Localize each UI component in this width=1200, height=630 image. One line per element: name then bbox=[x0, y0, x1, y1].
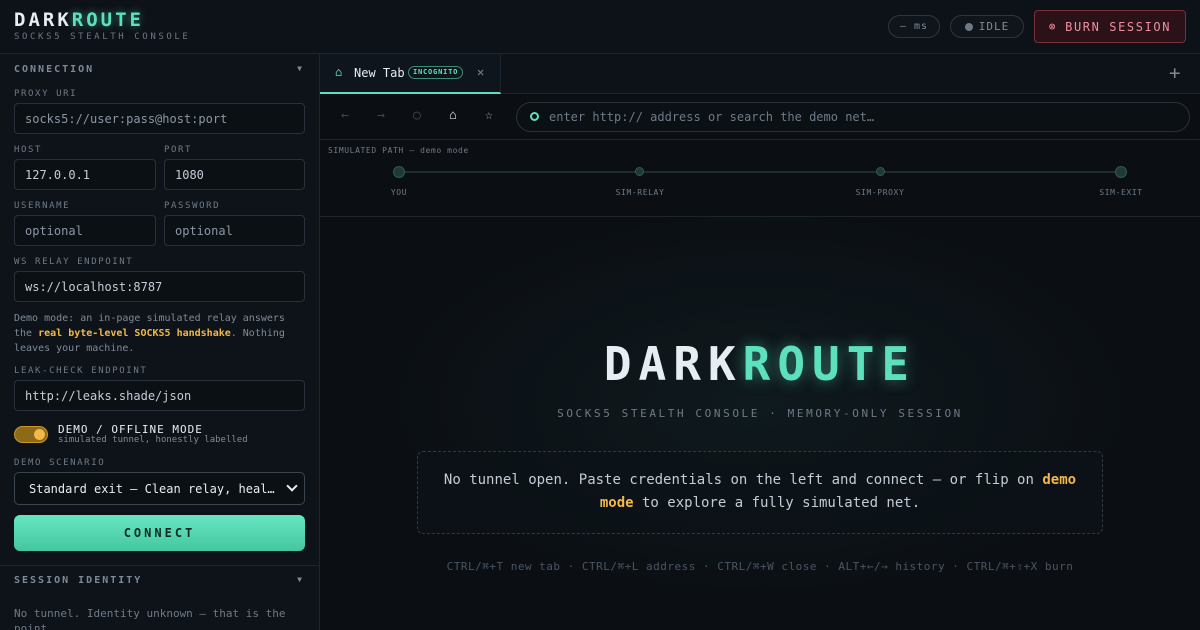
path-node-you bbox=[393, 166, 405, 178]
burn-icon: ⊗ bbox=[1048, 20, 1058, 33]
path-node-exit bbox=[1115, 166, 1127, 178]
hero-title: DARKROUTE bbox=[320, 337, 1200, 391]
incognito-badge: INCOGNITO bbox=[408, 66, 464, 79]
proxy-uri-label: PROXY URI bbox=[14, 89, 78, 99]
status-badge: IDLE bbox=[950, 15, 1024, 38]
top-bar: DARKROUTE SOCKS5 STEALTH CONSOLE — ms ID… bbox=[0, 0, 1200, 54]
simulated-path: SIMULATED PATH — demo mode YOU SIM-RELAY… bbox=[320, 140, 1200, 217]
chevron-down-icon: ▼ bbox=[297, 64, 304, 73]
shield-icon bbox=[530, 112, 539, 121]
username-label: USERNAME bbox=[14, 201, 71, 211]
hero-title-main: DARK bbox=[603, 337, 743, 391]
main-panel: ⌂ New Tab INCOGNITO ✕ + ← → ○ ⌂ ☆ SIMULA… bbox=[320, 54, 1200, 630]
host-label: HOST bbox=[14, 145, 43, 155]
session-identity-heading: SESSION IDENTITY bbox=[14, 575, 143, 586]
latency-badge: — ms bbox=[888, 15, 940, 38]
path-node-relay bbox=[635, 167, 644, 176]
nav-bar: ← → ○ ⌂ ☆ bbox=[320, 94, 1200, 140]
section-divider bbox=[0, 565, 320, 566]
brand-subtitle: SOCKS5 STEALTH CONSOLE bbox=[14, 32, 191, 42]
port-input[interactable] bbox=[164, 159, 305, 190]
port-label: PORT bbox=[164, 145, 193, 155]
forward-button[interactable]: → bbox=[377, 108, 385, 123]
demo-scenario-select[interactable]: Standard exit — Clean relay, heal… bbox=[14, 472, 305, 505]
hero-subtitle: SOCKS5 STEALTH CONSOLE · MEMORY-ONLY SES… bbox=[557, 407, 963, 420]
chevron-down-icon: ▼ bbox=[297, 575, 304, 584]
relay-endpoint-label: WS RELAY ENDPOINT bbox=[14, 257, 134, 267]
tab-new-tab[interactable]: ⌂ New Tab INCOGNITO ✕ bbox=[320, 54, 501, 94]
relay-endpoint-input[interactable] bbox=[14, 271, 305, 302]
password-label: PASSWORD bbox=[164, 201, 221, 211]
address-input[interactable] bbox=[549, 103, 1169, 131]
demo-scenario-label: DEMO SCENARIO bbox=[14, 458, 106, 468]
back-button[interactable]: ← bbox=[341, 108, 349, 123]
connect-button[interactable]: CONNECT bbox=[14, 515, 305, 551]
path-node-label: SIM-EXIT bbox=[1099, 188, 1143, 197]
connection-heading: CONNECTION bbox=[14, 64, 95, 75]
keyboard-shortcuts: CTRL/⌘+T new tab · CTRL/⌘+L address · CT… bbox=[446, 560, 1074, 573]
leak-check-label: LEAK-CHECK ENDPOINT bbox=[14, 366, 148, 376]
path-label: SIMULATED PATH — demo mode bbox=[328, 146, 469, 155]
tab-bar: ⌂ New Tab INCOGNITO ✕ + bbox=[320, 54, 1200, 94]
notice-text-end: to explore a fully simulated net. bbox=[633, 495, 921, 511]
status-text: IDLE bbox=[978, 20, 1010, 33]
burn-session-label: BURN SESSION bbox=[1065, 19, 1172, 34]
username-input[interactable] bbox=[14, 215, 156, 246]
demo-scenario-value: Standard exit — Clean relay, heal… bbox=[29, 481, 275, 496]
brand: DARKROUTE SOCKS5 STEALTH CONSOLE bbox=[14, 9, 190, 42]
path-node-label: SIM-PROXY bbox=[855, 188, 905, 197]
path-node-proxy bbox=[876, 167, 885, 176]
chevron-down-icon bbox=[286, 480, 298, 492]
address-bar[interactable] bbox=[516, 102, 1190, 132]
password-input[interactable] bbox=[164, 215, 305, 246]
reload-button[interactable]: ○ bbox=[413, 108, 421, 123]
path-node-label: YOU bbox=[390, 188, 408, 197]
burn-session-button[interactable]: ⊗ BURN SESSION bbox=[1034, 10, 1186, 43]
sidebar: CONNECTION ▼ PROXY URI HOST PORT USERNAME… bbox=[0, 54, 320, 630]
path-node-label: SIM-RELAY bbox=[615, 188, 665, 197]
bookmark-button[interactable]: ☆ bbox=[485, 108, 493, 123]
session-identity-section-header[interactable]: SESSION IDENTITY ▼ bbox=[14, 575, 304, 589]
demo-note-highlight: real byte-level SOCKS5 handshake bbox=[38, 328, 231, 339]
home-button[interactable]: ⌂ bbox=[449, 108, 457, 123]
proxy-uri-input[interactable] bbox=[14, 103, 305, 134]
start-page: DARKROUTE SOCKS5 STEALTH CONSOLE · MEMOR… bbox=[320, 217, 1200, 630]
notice-text: No tunnel open. Paste credentials on the… bbox=[443, 472, 1043, 488]
toggle-knob bbox=[34, 429, 45, 440]
brand-title-main: DARK bbox=[14, 9, 72, 31]
demo-mode-toggle[interactable] bbox=[14, 426, 48, 443]
session-identity-text: No tunnel. Identity unknown — that is th… bbox=[14, 607, 286, 630]
home-icon: ⌂ bbox=[335, 65, 343, 79]
demo-note: Demo mode: an in-page simulated relay an… bbox=[14, 311, 306, 356]
close-tab-icon[interactable]: ✕ bbox=[477, 65, 484, 79]
host-input[interactable] bbox=[14, 159, 156, 190]
status-dot-icon bbox=[964, 22, 973, 31]
brand-title: DARKROUTE bbox=[14, 9, 190, 31]
hero-title-accent: ROUTE bbox=[742, 337, 917, 391]
tab-title: New Tab bbox=[354, 66, 405, 80]
path-line bbox=[399, 171, 1121, 173]
leak-check-input[interactable] bbox=[14, 380, 305, 411]
brand-title-accent: ROUTE bbox=[71, 9, 144, 31]
demo-mode-subtitle: simulated tunnel, honestly labelled bbox=[58, 435, 248, 445]
new-tab-button[interactable]: + bbox=[1169, 62, 1180, 84]
no-tunnel-notice: No tunnel open. Paste credentials on the… bbox=[417, 451, 1103, 534]
connection-section-header[interactable]: CONNECTION ▼ bbox=[14, 64, 304, 78]
